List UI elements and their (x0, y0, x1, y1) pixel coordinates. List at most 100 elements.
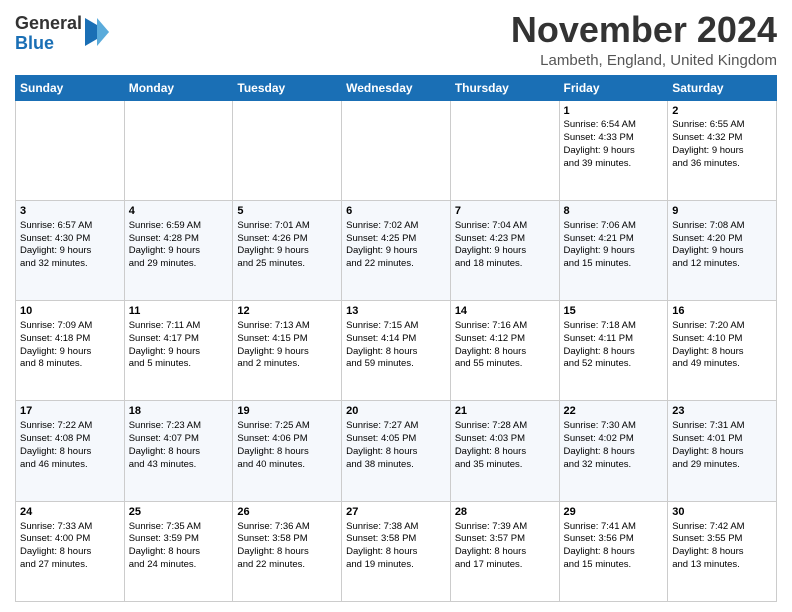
day-info: Daylight: 8 hours (346, 346, 446, 359)
day-number: 13 (346, 304, 446, 319)
day-info: Sunrise: 7:23 AM (129, 420, 229, 433)
day-info: and 52 minutes. (564, 358, 664, 371)
day-info: Daylight: 9 hours (455, 245, 555, 258)
day-info: and 2 minutes. (237, 358, 337, 371)
day-info: Sunset: 4:02 PM (564, 433, 664, 446)
day-number: 22 (564, 404, 664, 419)
header-friday: Friday (559, 75, 668, 100)
page: General Blue November 2024 Lambeth, Engl… (0, 0, 792, 612)
day-info: Daylight: 8 hours (455, 346, 555, 359)
day-info: Sunrise: 7:39 AM (455, 521, 555, 534)
day-info: Sunset: 4:00 PM (20, 533, 120, 546)
day-info: Sunrise: 6:57 AM (20, 220, 120, 233)
day-number: 17 (20, 404, 120, 419)
calendar-cell: 27Sunrise: 7:38 AMSunset: 3:58 PMDayligh… (342, 501, 451, 601)
day-info: Sunrise: 7:41 AM (564, 521, 664, 534)
calendar-cell: 25Sunrise: 7:35 AMSunset: 3:59 PMDayligh… (124, 501, 233, 601)
day-number: 14 (455, 304, 555, 319)
calendar-cell: 28Sunrise: 7:39 AMSunset: 3:57 PMDayligh… (450, 501, 559, 601)
logo-text: General Blue (15, 14, 82, 54)
calendar-cell: 12Sunrise: 7:13 AMSunset: 4:15 PMDayligh… (233, 301, 342, 401)
day-number: 1 (564, 104, 664, 119)
day-info: Sunrise: 6:55 AM (672, 119, 772, 132)
day-info: Daylight: 9 hours (20, 346, 120, 359)
calendar-cell: 4Sunrise: 6:59 AMSunset: 4:28 PMDaylight… (124, 200, 233, 300)
day-info: Daylight: 9 hours (129, 346, 229, 359)
day-info: and 38 minutes. (346, 459, 446, 472)
calendar-cell: 3Sunrise: 6:57 AMSunset: 4:30 PMDaylight… (16, 200, 125, 300)
calendar-cell: 8Sunrise: 7:06 AMSunset: 4:21 PMDaylight… (559, 200, 668, 300)
day-info: Daylight: 8 hours (346, 446, 446, 459)
day-info: Daylight: 8 hours (237, 446, 337, 459)
calendar-cell: 9Sunrise: 7:08 AMSunset: 4:20 PMDaylight… (668, 200, 777, 300)
day-info: Sunrise: 7:35 AM (129, 521, 229, 534)
day-info: Daylight: 9 hours (20, 245, 120, 258)
day-info: Daylight: 9 hours (237, 245, 337, 258)
calendar-week-3: 17Sunrise: 7:22 AMSunset: 4:08 PMDayligh… (16, 401, 777, 501)
day-info: Sunset: 3:56 PM (564, 533, 664, 546)
day-number: 4 (129, 204, 229, 219)
day-info: Sunset: 4:07 PM (129, 433, 229, 446)
logo: General Blue (15, 14, 109, 54)
day-info: and 40 minutes. (237, 459, 337, 472)
calendar-cell: 13Sunrise: 7:15 AMSunset: 4:14 PMDayligh… (342, 301, 451, 401)
day-info: Sunset: 3:55 PM (672, 533, 772, 546)
day-info: and 15 minutes. (564, 258, 664, 271)
day-info: Sunrise: 7:30 AM (564, 420, 664, 433)
title-section: November 2024 Lambeth, England, United K… (511, 10, 777, 69)
day-info: Sunrise: 7:02 AM (346, 220, 446, 233)
calendar-cell: 7Sunrise: 7:04 AMSunset: 4:23 PMDaylight… (450, 200, 559, 300)
calendar-cell: 1Sunrise: 6:54 AMSunset: 4:33 PMDaylight… (559, 100, 668, 200)
day-info: Sunrise: 7:06 AM (564, 220, 664, 233)
day-info: Sunset: 4:21 PM (564, 233, 664, 246)
day-info: and 49 minutes. (672, 358, 772, 371)
day-number: 16 (672, 304, 772, 319)
logo-line1: General (15, 14, 82, 34)
day-info: Sunrise: 6:54 AM (564, 119, 664, 132)
calendar-cell: 26Sunrise: 7:36 AMSunset: 3:58 PMDayligh… (233, 501, 342, 601)
calendar-cell (342, 100, 451, 200)
day-info: and 43 minutes. (129, 459, 229, 472)
calendar-cell (233, 100, 342, 200)
day-number: 5 (237, 204, 337, 219)
day-info: and 55 minutes. (455, 358, 555, 371)
header: General Blue November 2024 Lambeth, Engl… (15, 10, 777, 69)
day-info: Sunset: 3:58 PM (237, 533, 337, 546)
header-monday: Monday (124, 75, 233, 100)
day-info: and 13 minutes. (672, 559, 772, 572)
day-number: 18 (129, 404, 229, 419)
day-info: and 5 minutes. (129, 358, 229, 371)
day-info: Sunrise: 7:27 AM (346, 420, 446, 433)
day-info: Daylight: 8 hours (564, 546, 664, 559)
logo-icon (85, 18, 109, 46)
day-info: Sunset: 4:10 PM (672, 333, 772, 346)
day-info: and 32 minutes. (20, 258, 120, 271)
day-info: Daylight: 9 hours (672, 145, 772, 158)
day-info: and 25 minutes. (237, 258, 337, 271)
calendar-cell: 18Sunrise: 7:23 AMSunset: 4:07 PMDayligh… (124, 401, 233, 501)
day-number: 27 (346, 505, 446, 520)
calendar-week-4: 24Sunrise: 7:33 AMSunset: 4:00 PM Dayligh… (16, 501, 777, 601)
calendar-cell: 20Sunrise: 7:27 AMSunset: 4:05 PMDayligh… (342, 401, 451, 501)
calendar-cell: 24Sunrise: 7:33 AMSunset: 4:00 PMDayligh… (16, 501, 125, 601)
day-info: Daylight: 8 hours (455, 446, 555, 459)
day-number: 28 (455, 505, 555, 520)
calendar-cell: 15Sunrise: 7:18 AMSunset: 4:11 PMDayligh… (559, 301, 668, 401)
day-number: 19 (237, 404, 337, 419)
day-number: 8 (564, 204, 664, 219)
day-info: Sunset: 3:59 PM (129, 533, 229, 546)
day-info: and 59 minutes. (346, 358, 446, 371)
calendar-cell: 2Sunrise: 6:55 AMSunset: 4:32 PMDaylight… (668, 100, 777, 200)
day-info: Daylight: 8 hours (237, 546, 337, 559)
day-info: Sunset: 4:08 PM (20, 433, 120, 446)
day-info: Daylight: 8 hours (346, 546, 446, 559)
header-saturday: Saturday (668, 75, 777, 100)
day-info: Sunset: 4:15 PM (237, 333, 337, 346)
header-thursday: Thursday (450, 75, 559, 100)
day-info: Sunrise: 7:33 AM (20, 521, 120, 534)
day-number: 24 (20, 505, 120, 520)
day-info: and 29 minutes. (672, 459, 772, 472)
day-info: Daylight: 9 hours (672, 245, 772, 258)
day-number: 10 (20, 304, 120, 319)
calendar-cell: 11Sunrise: 7:11 AMSunset: 4:17 PMDayligh… (124, 301, 233, 401)
